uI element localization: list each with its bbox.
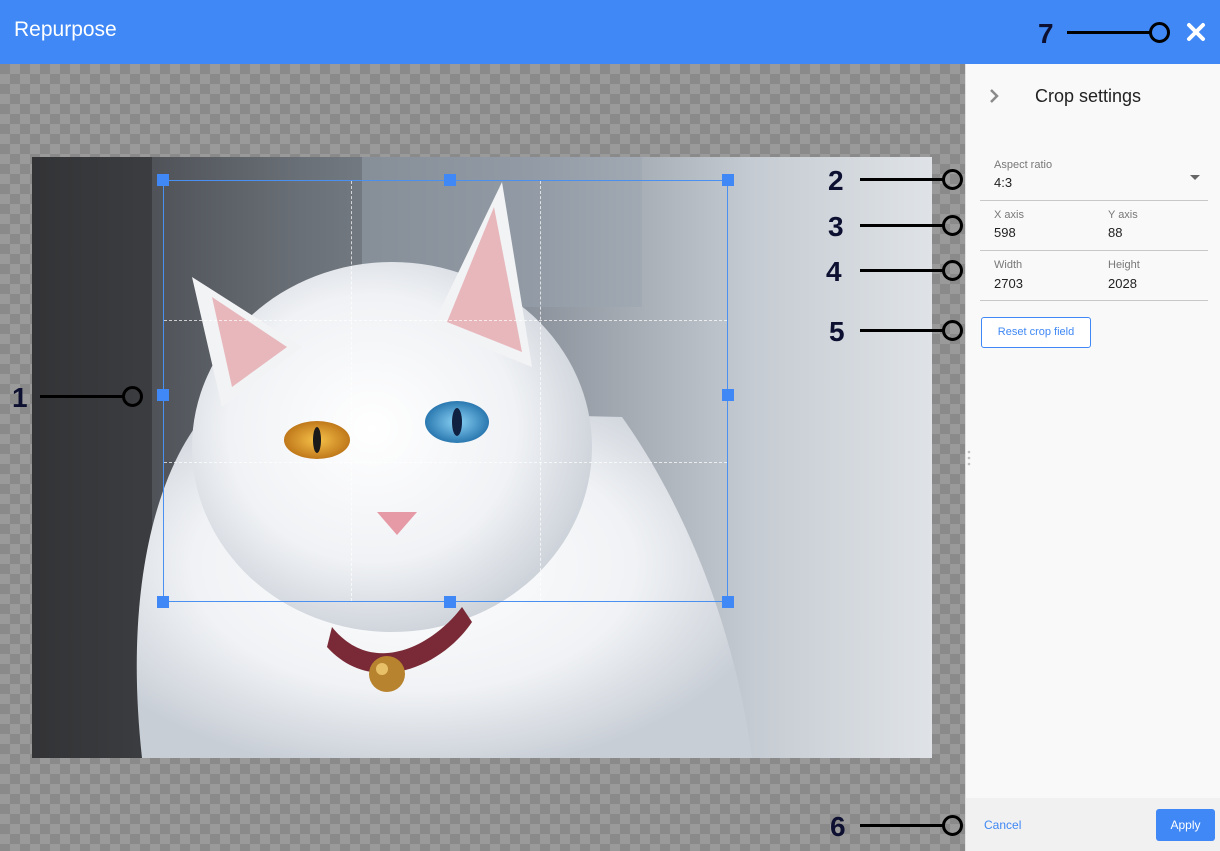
crop-frame[interactable] — [163, 180, 728, 602]
callout-marker — [122, 386, 143, 407]
crop-settings-panel: Crop settings Aspect ratio 4:3 X axis 59… — [965, 64, 1220, 851]
crop-handle-top-right[interactable] — [722, 174, 734, 186]
callout-line — [40, 395, 124, 398]
chevron-right-icon — [990, 89, 999, 103]
callout-number: 3 — [828, 211, 844, 242]
panel-title: Crop settings — [1035, 86, 1142, 106]
field-divider — [980, 200, 1208, 201]
panel-resize-handle[interactable] — [966, 449, 972, 469]
callout-line — [860, 224, 944, 227]
callout-number: 6 — [830, 811, 846, 842]
callout-line — [860, 329, 944, 332]
crop-handle-bottom[interactable] — [444, 596, 456, 608]
x-axis-label: X axis — [994, 209, 1024, 221]
callout-marker — [942, 320, 963, 341]
callout-marker — [942, 169, 963, 190]
crop-handle-bottom-left[interactable] — [157, 596, 169, 608]
close-button[interactable] — [1182, 18, 1210, 46]
crop-handle-left[interactable] — [157, 389, 169, 401]
crop-handle-bottom-right[interactable] — [722, 596, 734, 608]
crop-handle-top-left[interactable] — [157, 174, 169, 186]
header-bar: Repurpose — [0, 0, 1220, 64]
y-axis-label: Y axis — [1108, 209, 1138, 221]
crop-handle-top[interactable] — [444, 174, 456, 186]
aspect-ratio-value: 4:3 — [994, 175, 1013, 190]
crop-grid-line — [540, 181, 541, 601]
callout-line — [860, 178, 944, 181]
callout-marker — [942, 260, 963, 281]
reset-crop-button[interactable]: Reset crop field — [981, 317, 1091, 348]
callout-line — [860, 269, 944, 272]
height-label: Height — [1108, 259, 1140, 271]
aspect-ratio-label: Aspect ratio — [994, 159, 1053, 171]
callout-line — [860, 824, 944, 827]
callout-number: 7 — [1038, 18, 1054, 49]
field-divider — [980, 250, 1208, 251]
callout-marker — [1149, 22, 1170, 43]
y-axis-value: 88 — [1108, 225, 1123, 240]
crop-grid-line — [164, 462, 727, 463]
cancel-button[interactable]: Cancel — [984, 818, 1021, 832]
x-axis-value: 598 — [994, 225, 1016, 240]
dropdown-arrow-icon — [1190, 175, 1200, 180]
callout-line — [1067, 31, 1151, 34]
height-value: 2028 — [1108, 276, 1137, 291]
crop-handle-right[interactable] — [722, 389, 734, 401]
dialog-footer: Cancel Apply — [965, 798, 1220, 851]
callout-marker — [942, 215, 963, 236]
crop-grid-line — [351, 181, 352, 601]
callout-number: 4 — [826, 256, 842, 287]
callout-number: 2 — [828, 165, 844, 196]
field-divider — [980, 300, 1208, 301]
collapse-panel-button[interactable] — [986, 88, 1002, 104]
crop-grid-line — [164, 320, 727, 321]
apply-button[interactable]: Apply — [1156, 809, 1215, 841]
callout-number: 1 — [12, 382, 28, 413]
close-icon — [1187, 23, 1205, 41]
callout-marker — [942, 815, 963, 836]
callout-number: 5 — [829, 316, 845, 347]
width-value: 2703 — [994, 276, 1023, 291]
drag-dots-icon — [967, 450, 971, 466]
dialog-title: Repurpose — [14, 18, 117, 41]
width-label: Width — [994, 259, 1023, 271]
